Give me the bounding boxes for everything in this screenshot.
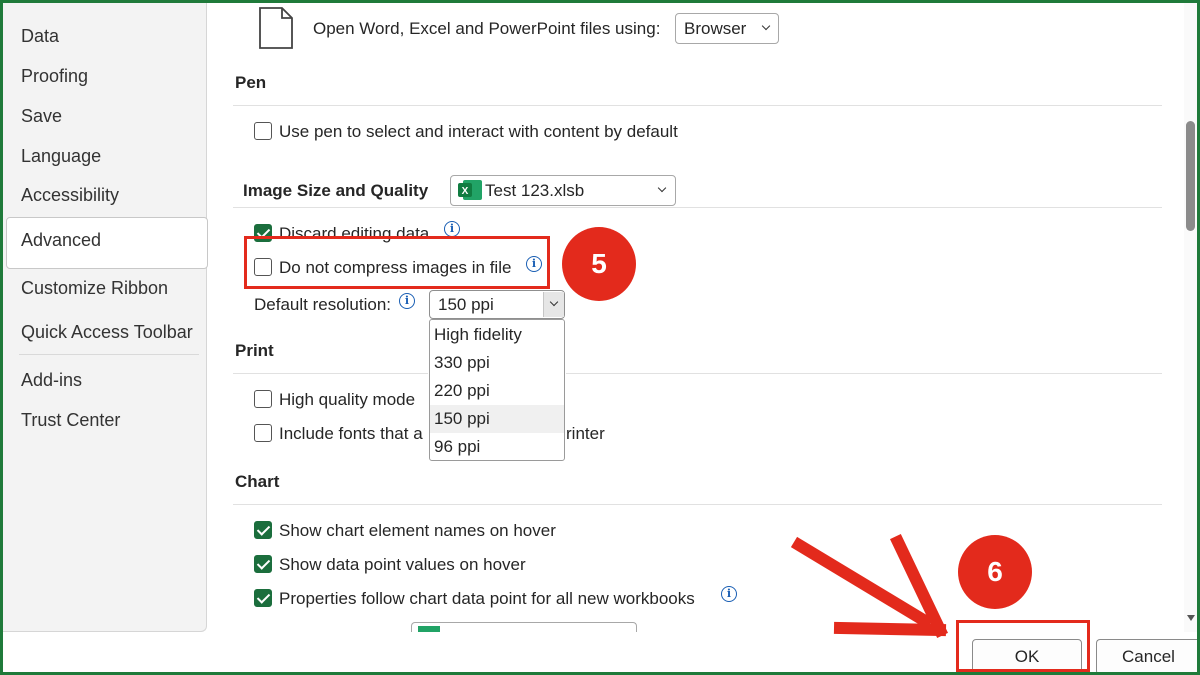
properties-follow-checkbox[interactable]: [254, 589, 272, 607]
resolution-options-list: High fidelity 330 ppi 220 ppi 150 ppi 96…: [429, 319, 565, 461]
cancel-button[interactable]: Cancel: [1096, 639, 1200, 675]
image-workbook-select[interactable]: X Test 123.xlsb: [450, 175, 676, 206]
sidebar-item-data[interactable]: Data: [21, 26, 59, 47]
chevron-down-icon: [761, 21, 771, 31]
sidebar-item-save[interactable]: Save: [21, 106, 62, 127]
resolution-option-selected[interactable]: 150 ppi: [430, 405, 564, 433]
svg-text:X: X: [462, 186, 469, 197]
section-divider: [233, 207, 1162, 208]
include-fonts-checkbox[interactable]: [254, 424, 272, 442]
scrollbar-thumb[interactable]: [1186, 121, 1195, 231]
include-fonts-label-end: rinter: [566, 424, 605, 443]
sidebar-item-quick-access-toolbar[interactable]: Quick Access Toolbar: [21, 322, 193, 343]
image-workbook-value: Test 123.xlsb: [485, 181, 585, 200]
highlight-box-no-compress: [244, 236, 550, 289]
sidebar-item-customize-ribbon[interactable]: Customize Ribbon: [21, 278, 168, 299]
excel-file-icon: X: [458, 180, 482, 200]
chart-values-hover-label: Show data point values on hover: [279, 555, 526, 574]
default-resolution-label: Default resolution:: [254, 295, 392, 314]
info-icon[interactable]: i: [399, 293, 415, 309]
resolution-option[interactable]: 96 ppi: [430, 433, 564, 461]
chart-names-hover-checkbox[interactable]: [254, 521, 272, 539]
open-files-select[interactable]: Browser: [675, 13, 779, 44]
section-divider: [233, 504, 1162, 505]
info-icon[interactable]: i: [721, 586, 737, 602]
chart-workbook-select-partial[interactable]: [411, 622, 637, 632]
chevron-down-icon: [657, 183, 667, 193]
pen-option-checkbox[interactable]: [254, 122, 272, 140]
vertical-scrollbar[interactable]: [1184, 3, 1197, 632]
high-quality-label: High quality mode: [279, 390, 416, 409]
include-fonts-label: Include fonts that a: [279, 424, 423, 443]
scroll-down-arrow-icon[interactable]: [1187, 615, 1195, 621]
document-icon: [259, 7, 293, 49]
chart-values-hover-checkbox[interactable]: [254, 555, 272, 573]
default-resolution-value: 150 ppi: [438, 295, 494, 314]
resolution-option[interactable]: 220 ppi: [430, 377, 564, 405]
section-title-image-size: Image Size and Quality: [243, 181, 429, 200]
arrow-icon: [790, 534, 948, 638]
high-quality-checkbox[interactable]: [254, 390, 272, 408]
options-sidebar: Data Proofing Save Language Accessibilit…: [3, 3, 208, 632]
sidebar-item-accessibility[interactable]: Accessibility: [21, 185, 119, 206]
highlight-box-ok: [956, 620, 1090, 672]
section-title-chart: Chart: [235, 472, 280, 491]
resolution-option[interactable]: 330 ppi: [430, 349, 564, 377]
sidebar-item-add-ins[interactable]: Add-ins: [21, 370, 82, 391]
sidebar-item-proofing[interactable]: Proofing: [21, 66, 88, 87]
info-icon[interactable]: i: [444, 221, 460, 237]
section-title-print: Print: [235, 341, 274, 360]
open-files-label: Open Word, Excel and PowerPoint files us…: [313, 19, 661, 38]
sidebar-separator: [19, 354, 199, 355]
chart-names-hover-label: Show chart element names on hover: [279, 521, 556, 540]
step-6-badge: 6: [958, 535, 1032, 609]
sidebar-item-trust-center[interactable]: Trust Center: [21, 410, 120, 431]
section-title-pen: Pen: [235, 73, 267, 92]
step-5-badge: 5: [562, 227, 636, 301]
properties-follow-label: Properties follow chart data point for a…: [279, 589, 695, 608]
section-divider: [566, 373, 1162, 374]
default-resolution-select[interactable]: 150 ppi: [429, 290, 565, 319]
chevron-down-icon: [549, 297, 559, 307]
pen-option-label: Use pen to select and interact with cont…: [279, 122, 678, 141]
resolution-option[interactable]: High fidelity: [430, 321, 564, 349]
sidebar-item-language[interactable]: Language: [21, 146, 101, 167]
section-divider: [233, 373, 428, 374]
section-divider: [233, 105, 1162, 106]
dropdown-button[interactable]: [543, 292, 564, 317]
open-files-select-value: Browser: [684, 19, 747, 38]
sidebar-item-advanced[interactable]: Advanced: [21, 230, 101, 251]
